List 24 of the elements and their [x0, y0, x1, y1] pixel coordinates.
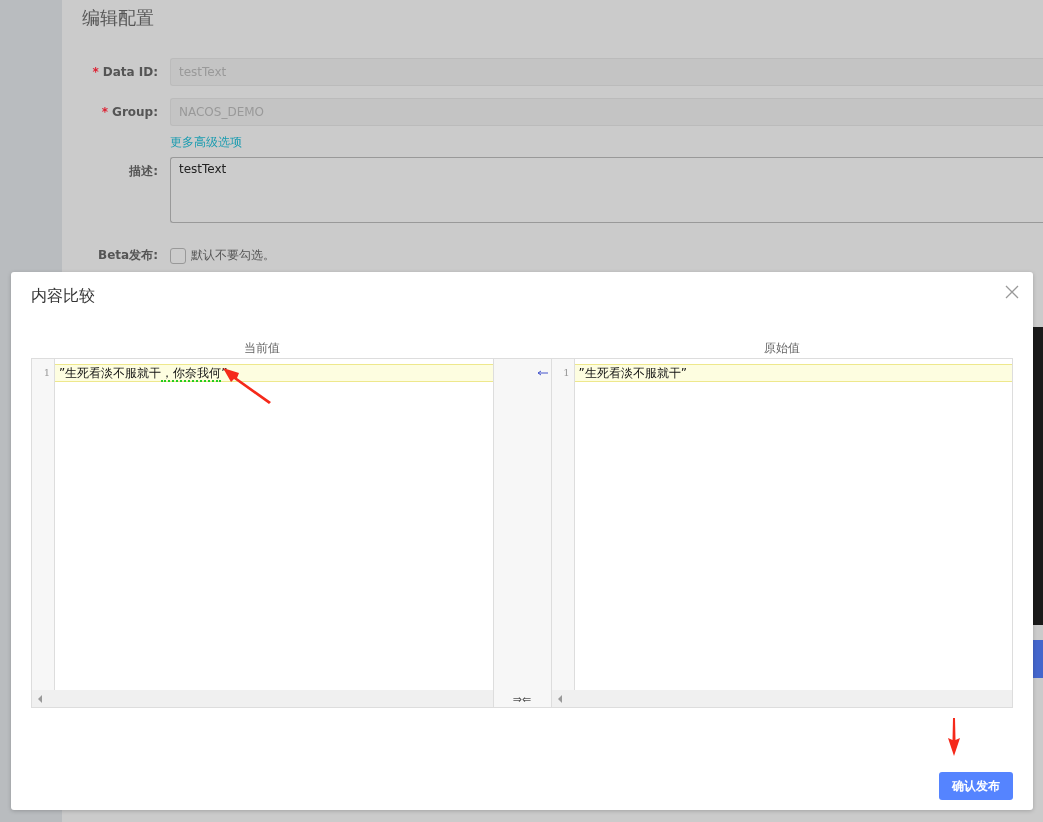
field-label: Group: [112, 105, 158, 119]
scrollbar[interactable] [551, 690, 1012, 707]
merge-all-button[interactable]: ⇒⇐ [512, 693, 532, 707]
page-title: 编辑配置 [82, 6, 155, 30]
scrollbar[interactable] [32, 690, 493, 707]
revert-arrow-icon[interactable] [536, 370, 549, 376]
line-number: 1 [562, 366, 571, 380]
field-label: 描述: [129, 163, 158, 180]
close-icon[interactable] [1005, 285, 1019, 299]
column-header: 当前值 [244, 341, 281, 355]
column-header: 原始值 [763, 341, 800, 355]
checkbox-label: 默认不要勾选。 [191, 247, 275, 264]
checkbox[interactable] [170, 247, 186, 264]
dialog-title: 内容比较 [31, 286, 95, 305]
field-label: Beta发布: [98, 247, 158, 264]
confirm-publish-button[interactable]: 确认发布 [939, 772, 1013, 800]
annotation-arrow-icon [948, 718, 960, 756]
required-mark: * [92, 65, 99, 79]
description-field[interactable]: testText [170, 157, 1043, 223]
background-bar [1033, 640, 1043, 678]
line-number: 1 [42, 366, 51, 380]
advanced-options-link[interactable]: 更多高级选项 [170, 134, 242, 151]
required-mark: * [101, 105, 109, 119]
field-label: Data ID: [102, 65, 158, 79]
